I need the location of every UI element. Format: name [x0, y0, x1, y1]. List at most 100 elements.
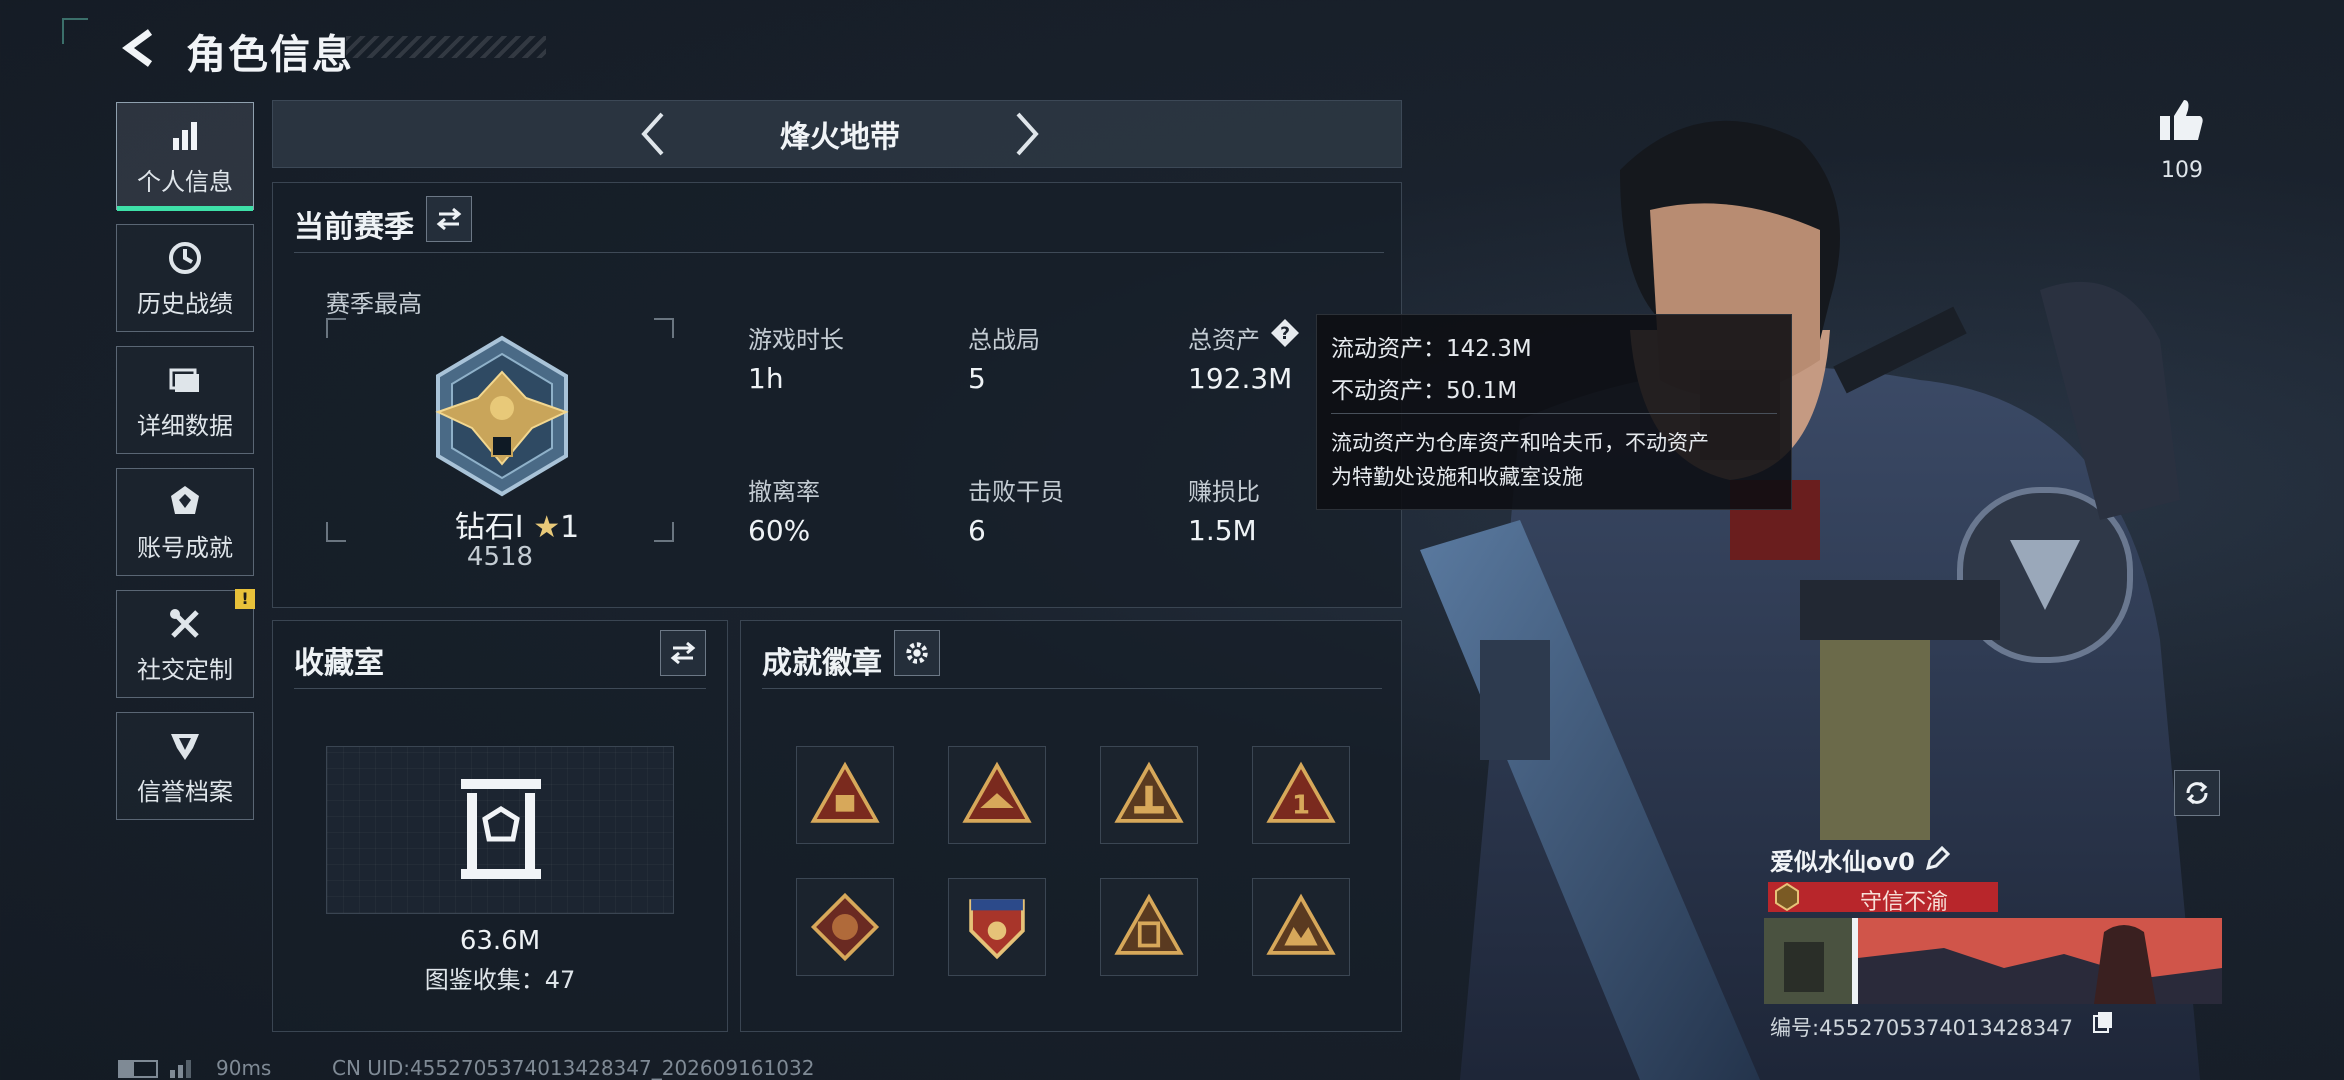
sidebar-item-label: 账号成就: [137, 533, 233, 562]
svg-text:1: 1: [1292, 791, 1310, 821]
tooltip-description-line1: 流动资产为仓库资产和哈夫币，不动资产: [1331, 431, 1709, 455]
medal-dragon-icon: [810, 892, 880, 962]
swap-icon: [670, 641, 696, 665]
history-clock-icon: [169, 241, 201, 274]
stat-label: 游戏时长: [748, 326, 844, 354]
folder-icon: [169, 368, 199, 392]
achievement-badge[interactable]: [1252, 878, 1350, 976]
achievement-badge[interactable]: 1: [1252, 746, 1350, 844]
like-button[interactable]: [2156, 96, 2206, 146]
achievements-settings-button[interactable]: [894, 630, 940, 676]
mode-next-button[interactable]: [1000, 108, 1052, 160]
stat-label: 击败干员: [968, 478, 1064, 506]
collection-value: 63.6M: [459, 926, 541, 956]
sidebar-item-social[interactable]: 社交定制 !: [116, 589, 255, 698]
back-arrow-icon: [122, 29, 153, 67]
sidebar-item-details[interactable]: 详细数据: [116, 346, 254, 454]
sidebar-item-credit[interactable]: 信誉档案: [116, 712, 254, 820]
sidebar-item-personal-info[interactable]: 个人信息: [116, 102, 254, 211]
medal-triangle-icon: [810, 761, 880, 823]
pencil-icon: [1925, 845, 1951, 871]
rank-stars: 1: [560, 510, 580, 545]
gear-icon: [906, 642, 928, 664]
stat-value: 1h: [748, 362, 784, 395]
chevron-right-icon: [1016, 112, 1039, 156]
stat-value: 1.5M: [1188, 514, 1257, 547]
season-best-label: 赛季最高: [326, 290, 422, 318]
achievement-badge[interactable]: [796, 878, 894, 976]
copy-id-button[interactable]: [2092, 1010, 2114, 1034]
vault-icon: [461, 779, 541, 879]
rotate-model-button[interactable]: [2174, 770, 2220, 816]
collection-switch-button[interactable]: [660, 630, 706, 676]
star-icon: ★: [533, 510, 561, 545]
medal-triangle-icon: [1114, 893, 1184, 955]
bar-chart-icon: [173, 121, 197, 150]
mode-prev-button[interactable]: [628, 108, 680, 160]
like-count: 109: [2161, 158, 2203, 183]
sidebar-item-label: 个人信息: [137, 167, 233, 196]
stat-label: 总资产: [1188, 326, 1260, 354]
achievement-badge[interactable]: [948, 746, 1046, 844]
stat-value: 192.3M: [1188, 362, 1293, 395]
alert-badge: !: [235, 589, 255, 609]
header-stripe-decoration: [346, 36, 546, 58]
collection-display[interactable]: [326, 746, 674, 914]
achievement-badge[interactable]: [948, 878, 1046, 976]
stat-value: 6: [968, 514, 986, 547]
ping-value: 90ms: [216, 1056, 272, 1080]
credit-emblem-icon: [171, 733, 199, 760]
title-emblem-icon: [1775, 882, 1799, 912]
corner-decoration: [62, 18, 88, 44]
svg-text:?: ?: [1280, 324, 1290, 344]
thumbs-up-icon: [2160, 100, 2203, 140]
medal-triangle-icon: [1266, 893, 1336, 955]
achievement-badge-icon: [171, 485, 199, 514]
achievement-badge[interactable]: [796, 746, 894, 844]
stat-value: 5: [968, 362, 986, 395]
medal-triangle-icon: [962, 761, 1032, 823]
uid-label: CN UID:4552705374013428347_202609161032: [332, 1056, 815, 1080]
battery-icon: [118, 1060, 158, 1078]
player-id: 编号:4552705374013428347: [1770, 1016, 2073, 1040]
rank-display: 钻石Ⅰ ★1: [432, 502, 602, 546]
copy-icon: [2093, 1012, 2112, 1033]
achievements-title: 成就徽章: [762, 646, 882, 681]
medal-triangle-icon: [1114, 761, 1184, 823]
player-name: 爱似水仙ov0: [1770, 848, 1915, 876]
rank-points: 4518: [466, 542, 534, 572]
achievement-badge[interactable]: [1100, 878, 1198, 976]
mode-title: 烽火地带: [780, 120, 900, 155]
stat-value: 60%: [748, 514, 811, 547]
divider: [294, 688, 706, 689]
swap-icon: [436, 207, 462, 231]
sidebar-item-label: 详细数据: [137, 411, 233, 440]
season-switch-button[interactable]: [426, 196, 472, 242]
tooltip-description-line2: 为特勤处设施和收藏室设施: [1331, 465, 1583, 489]
divider: [762, 688, 1382, 689]
player-title-text: 守信不渝: [1860, 890, 1949, 915]
medal-shield-icon: [969, 899, 1025, 960]
medal-triangle-icon: 1: [1266, 761, 1336, 823]
sidebar-item-label: 信誉档案: [137, 777, 233, 806]
asset-tooltip: 流动资产：142.3M 不动资产：50.1M 流动资产为仓库资产和哈夫币，不动资…: [1316, 314, 1792, 510]
signal-icon: [168, 1056, 198, 1078]
back-button[interactable]: [118, 26, 162, 70]
wrench-tools-icon: [170, 608, 199, 638]
sidebar-item-history[interactable]: 历史战绩: [116, 224, 254, 332]
edit-name-button[interactable]: [1924, 844, 1952, 872]
collection-count: 图鉴收集：47: [424, 966, 576, 994]
rank-emblem-icon: [418, 332, 586, 500]
divider: [294, 252, 1384, 253]
sidebar-item-achievements[interactable]: 账号成就: [116, 468, 254, 576]
refresh-icon: [2186, 781, 2208, 805]
player-banner[interactable]: [1764, 918, 2222, 1004]
divider: [1331, 413, 1777, 414]
achievement-badge[interactable]: [1100, 746, 1198, 844]
sidebar-item-label: 社交定制: [137, 655, 233, 684]
page-title: 角色信息: [186, 32, 354, 78]
tooltip-fixed-assets: 不动资产：50.1M: [1331, 378, 1518, 404]
tooltip-liquid-assets: 流动资产：142.3M: [1331, 336, 1532, 362]
stat-label: 撤离率: [748, 478, 820, 506]
help-icon[interactable]: ?: [1270, 318, 1300, 348]
